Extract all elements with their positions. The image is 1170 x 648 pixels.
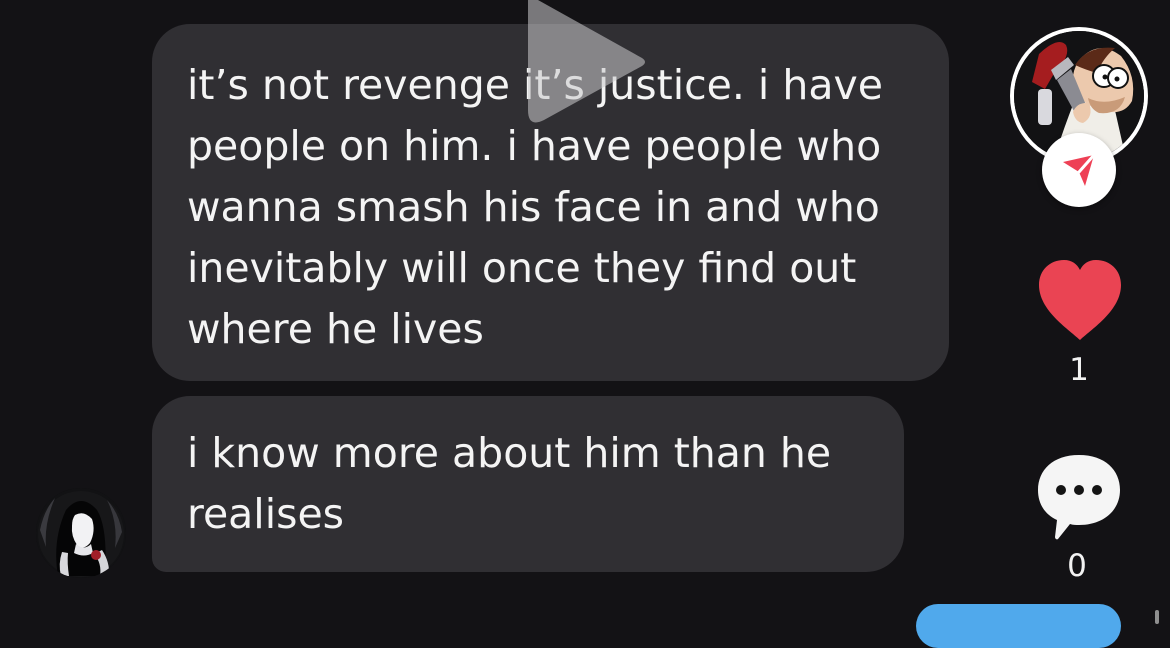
heart-icon bbox=[1039, 260, 1121, 340]
message-line: where he lives bbox=[187, 305, 484, 353]
comment-bubble-icon bbox=[1038, 455, 1120, 540]
avatar-image bbox=[36, 488, 126, 578]
play-button[interactable] bbox=[520, 0, 650, 140]
like-button[interactable] bbox=[1034, 258, 1126, 342]
scroll-indicator bbox=[1155, 610, 1159, 624]
blue-action-button[interactable] bbox=[916, 604, 1121, 648]
message-line: realises bbox=[187, 490, 345, 538]
comment-count: 0 bbox=[1067, 548, 1087, 584]
play-icon bbox=[528, 0, 645, 123]
message-line: i know more about him than he bbox=[187, 429, 832, 477]
like-count: 1 bbox=[1069, 352, 1089, 388]
message-line: inevitably will once they find out bbox=[187, 244, 857, 292]
comment-button[interactable] bbox=[1032, 448, 1126, 544]
message-bubble: i know more about him than he realises bbox=[152, 396, 904, 572]
send-icon bbox=[1063, 153, 1096, 186]
sender-avatar[interactable] bbox=[36, 488, 126, 578]
share-button[interactable] bbox=[1042, 133, 1116, 207]
message-line: wanna smash his face in and who bbox=[187, 183, 880, 231]
